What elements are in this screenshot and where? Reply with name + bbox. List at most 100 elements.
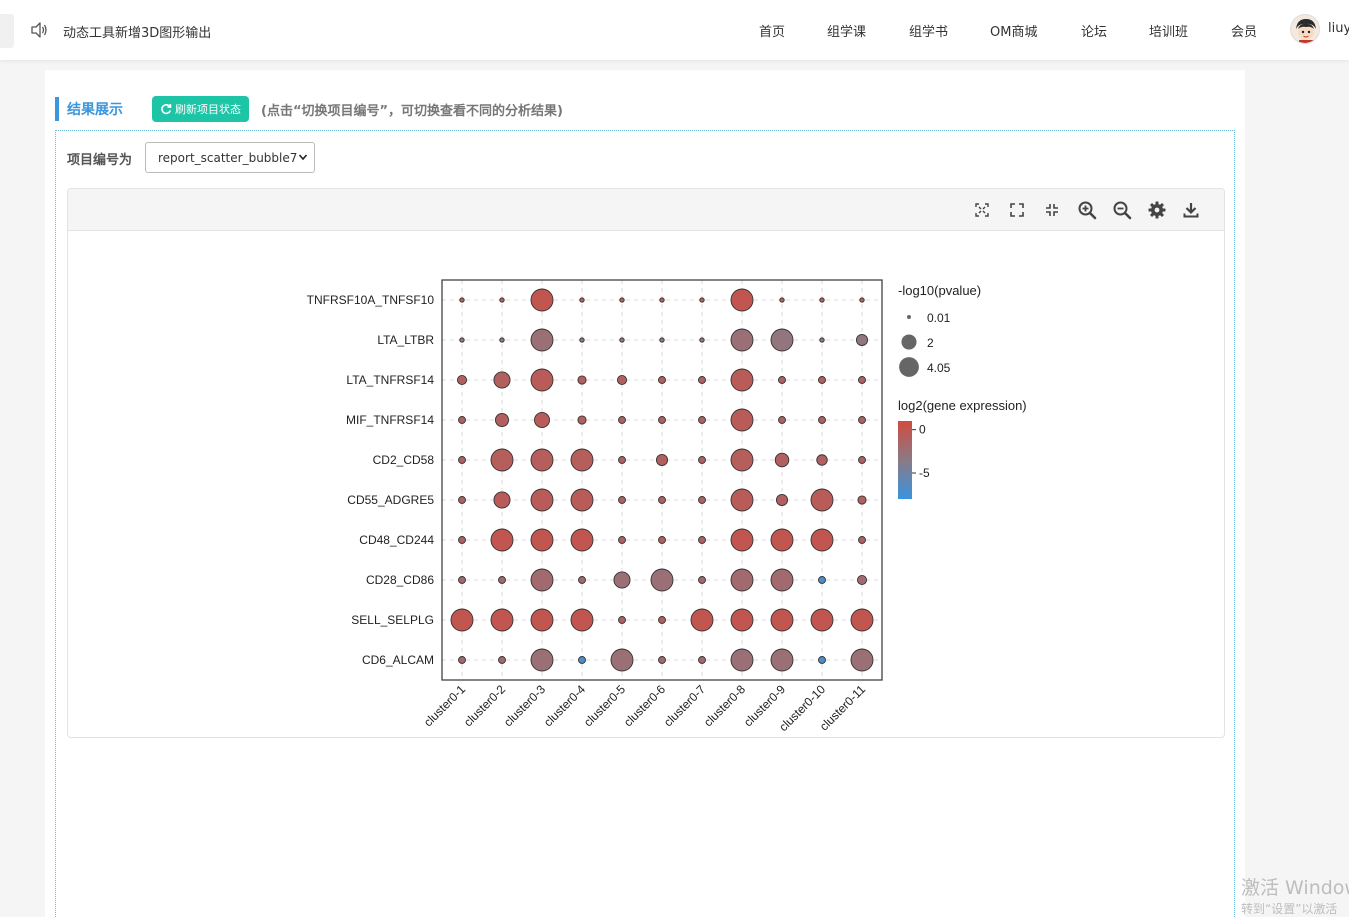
bubble-3-1 — [456, 374, 468, 386]
bubble-8-4 — [578, 576, 586, 584]
bubble-6-10 — [810, 488, 834, 512]
bubble-9-11 — [850, 608, 874, 632]
bubble-5-10 — [816, 454, 828, 466]
bubble-8-11 — [856, 574, 868, 586]
bubble-6-3 — [530, 488, 554, 512]
bubble-5-11 — [858, 456, 866, 464]
project-select[interactable]: report_scatter_bubble7 — [145, 142, 315, 173]
size-legend-dot-2 — [901, 334, 917, 350]
windows-activation-subtext: 转到“设置”以激活 — [1241, 902, 1338, 916]
bubble-6-9 — [775, 493, 789, 507]
y-tick-label-7: CD48_CD244 — [359, 533, 434, 547]
section-accent-bar — [55, 97, 59, 121]
bubble-2-9 — [770, 328, 794, 352]
bubble-8-5 — [613, 571, 631, 589]
bubble-9-5 — [618, 616, 626, 624]
bubble-2-1 — [459, 337, 465, 343]
bubble-8-7 — [698, 576, 706, 584]
bubble-10-7 — [698, 656, 706, 664]
bubble-1-4 — [579, 297, 585, 303]
windows-activation-watermark: 激活 Windows — [1241, 877, 1349, 899]
project-label: 项目编号为 — [67, 153, 133, 168]
nav-om-store[interactable]: OM商城 — [990, 21, 1037, 40]
nav-training[interactable]: 培训班 — [1149, 21, 1188, 40]
bubble-chart: TNFRSF10A_TNFSF10 LTA_LTBR LTA_TNFRSF14 MIF… — [307, 279, 1027, 734]
x-tick-label-5: cluster0-5 — [581, 682, 628, 729]
size-legend-dot-1 — [907, 315, 911, 319]
main-card: 结果展示 刷新项目状态 (点击“切换项目编号”，可切换查看不同的分析结果) 项目… — [45, 70, 1245, 917]
size-legend-label-3: 4.05 — [927, 361, 951, 375]
bubble-9-3 — [530, 608, 554, 632]
bubble-1-7 — [699, 297, 705, 303]
y-tick-label-9: SELL_SELPLG — [351, 613, 434, 627]
bubble-6-5 — [618, 496, 626, 504]
bubble-5-6 — [655, 453, 669, 467]
nav-omics-book[interactable]: 组学书 — [909, 21, 948, 40]
plot-panel: TNFRSF10A_TNFSF10 LTA_LTBR LTA_TNFRSF14 MIF… — [67, 188, 1225, 738]
size-legend-title: -log10(pvalue) — [898, 283, 981, 298]
size-legend-label-1: 0.01 — [927, 311, 951, 325]
x-tick-label-1: cluster0-1 — [421, 682, 468, 729]
bubble-5-9 — [774, 452, 790, 468]
bubble-4-8 — [730, 408, 754, 432]
bubble-9-8 — [730, 608, 754, 632]
size-legend-label-2: 2 — [927, 336, 934, 350]
bubble-9-2 — [490, 608, 514, 632]
y-tick-label-2: LTA_LTBR — [377, 333, 434, 347]
announcement-text[interactable]: 动态工具新增3D图形输出 — [63, 22, 211, 41]
refresh-status-label: 刷新项目状态 — [175, 103, 241, 116]
bubble-1-5 — [619, 297, 625, 303]
bubble-5-2 — [490, 448, 514, 472]
bubble-7-10 — [810, 528, 834, 552]
bubble-2-10 — [819, 337, 825, 343]
bubble-10-3 — [530, 648, 554, 672]
avatar[interactable] — [1290, 14, 1320, 44]
bubble-3-9 — [778, 376, 786, 384]
bubble-2-7 — [699, 337, 705, 343]
bubble-2-2 — [499, 337, 505, 343]
bubble-1-2 — [499, 297, 505, 303]
bubble-9-1 — [450, 608, 474, 632]
bubble-4-11 — [858, 416, 866, 424]
bubble-2-6 — [659, 337, 665, 343]
bubble-9-4 — [570, 608, 594, 632]
bubble-3-5 — [616, 374, 628, 386]
sidebar-toggle[interactable] — [0, 14, 14, 48]
bubble-4-1 — [458, 416, 466, 424]
y-tick-label-10: CD6_ALCAM — [362, 653, 434, 667]
switch-hint-text: (点击“切换项目编号”，可切换查看不同的分析结果) — [261, 104, 563, 119]
bubble-2-8 — [730, 328, 754, 352]
y-tick-label-6: CD55_ADGRE5 — [347, 493, 434, 507]
y-tick-label-4: MIF_TNFRSF14 — [346, 413, 434, 427]
bubble-4-2 — [494, 412, 510, 428]
bubble-3-2 — [493, 371, 511, 389]
bubble-1-9 — [779, 297, 785, 303]
bubble-7-2 — [490, 528, 514, 552]
username[interactable]: liuy — [1328, 21, 1349, 36]
y-tick-label-3: LTA_TNFRSF14 — [346, 373, 434, 387]
bubble-7-5 — [618, 536, 626, 544]
nav-membership[interactable]: 会员 — [1231, 21, 1257, 40]
bubble-4-10 — [818, 416, 826, 424]
bubble-3-11 — [858, 376, 866, 384]
bubble-7-8 — [730, 528, 754, 552]
x-tick-label-3: cluster0-3 — [501, 682, 548, 729]
x-tick-label-7: cluster0-7 — [661, 682, 708, 729]
bubble-3-3 — [530, 368, 554, 392]
nav-home[interactable]: 首页 — [759, 21, 785, 40]
bubble-10-2 — [498, 656, 506, 664]
bubble-6-6 — [658, 496, 666, 504]
bubble-8-10 — [818, 576, 826, 584]
nav-forum[interactable]: 论坛 — [1081, 21, 1107, 40]
bubble-10-5 — [610, 648, 634, 672]
bubble-4-6 — [658, 416, 666, 424]
bubble-6-8 — [730, 488, 754, 512]
bubble-3-6 — [658, 376, 666, 384]
bubble-4-7 — [698, 416, 706, 424]
bubble-10-1 — [458, 656, 466, 664]
refresh-status-button[interactable]: 刷新项目状态 — [152, 96, 249, 122]
bubble-9-10 — [810, 608, 834, 632]
bubble-1-8 — [730, 288, 754, 312]
nav-omics-course[interactable]: 组学课 — [827, 21, 866, 40]
x-tick-label-2: cluster0-2 — [461, 682, 508, 729]
